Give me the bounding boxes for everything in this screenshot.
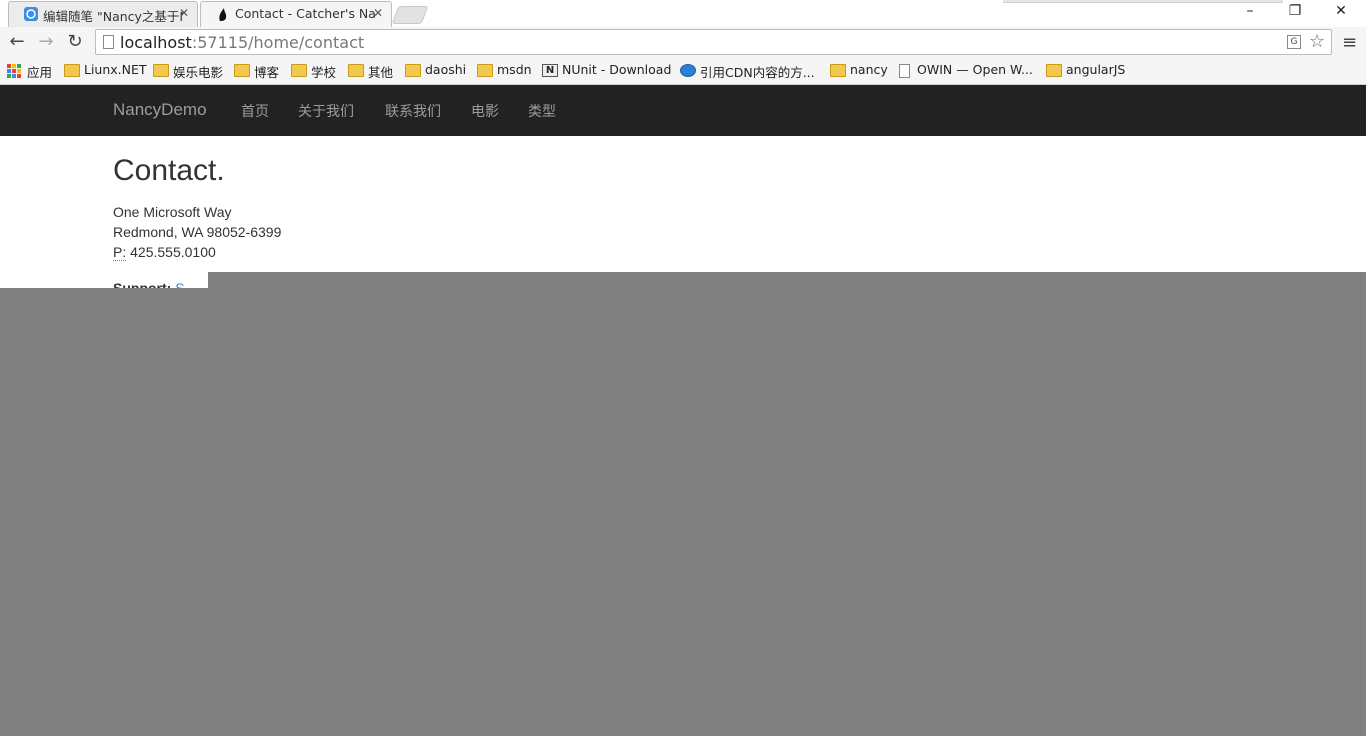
phone-number: 425.555.0100 [126, 244, 216, 260]
address-bar[interactable]: localhost:57115/home/contact G ☆ [95, 29, 1332, 55]
page-title: Contact. [113, 154, 225, 187]
tab-title: Contact - Catcher's Nan [235, 6, 375, 21]
folder-icon [830, 64, 846, 77]
folder-icon [405, 64, 421, 77]
nav-contact[interactable]: 联系我们 [385, 101, 441, 121]
browser-toolbar: ← → ↻ localhost:57115/home/contact G ☆ ≡ [0, 27, 1366, 59]
bookmarks-bar: 应用 Liunx.NET 娱乐电影 博客 学校 其他 daoshi msdn N… [0, 59, 1366, 85]
nunit-icon: N [542, 64, 558, 77]
bookmark-label: 其他 [368, 65, 394, 80]
nancy-favicon-icon [219, 8, 227, 21]
bookmark-liunx[interactable]: Liunx.NET [64, 62, 147, 77]
bookmark-blog[interactable]: 博客 [234, 62, 279, 81]
page-icon [899, 64, 910, 78]
apps-icon [7, 64, 21, 78]
nav-genres[interactable]: 类型 [528, 101, 556, 121]
folder-icon [234, 64, 250, 77]
bookmark-school[interactable]: 学校 [291, 62, 336, 81]
close-window-icon[interactable]: ✕ [1331, 3, 1351, 19]
tab-contact[interactable]: Contact - Catcher's Nan ✕ [200, 1, 392, 27]
back-arrow-icon[interactable]: ← [5, 31, 29, 55]
bookmark-label: OWIN — Open W... [917, 62, 1033, 77]
bookmark-other[interactable]: 其他 [348, 62, 393, 81]
bookmark-label: 应用 [27, 65, 53, 80]
bookmark-label: daoshi [425, 62, 467, 77]
gray-overlay-top [208, 272, 1366, 288]
bookmark-angularjs[interactable]: angularJS [1046, 62, 1125, 77]
close-tab-icon[interactable]: ✕ [373, 6, 383, 20]
tab-strip: 编辑随笔 "Nancy之基于N ✕ Contact - Catcher's Na… [0, 0, 1366, 27]
folder-icon [1046, 64, 1062, 77]
url-host: localhost [120, 33, 192, 52]
forward-arrow-icon[interactable]: → [34, 31, 58, 55]
bookmark-msdn[interactable]: msdn [477, 62, 532, 77]
folder-icon [477, 64, 493, 77]
bookmark-label: angularJS [1066, 62, 1126, 77]
bookmark-nancy[interactable]: nancy [830, 62, 888, 77]
brand-link[interactable]: NancyDemo [113, 100, 207, 120]
nav-home[interactable]: 首页 [241, 101, 269, 121]
bookmark-star-icon[interactable]: ☆ [1309, 31, 1325, 52]
bookmark-label: 博客 [254, 65, 280, 80]
site-navbar: NancyDemo 首页 关于我们 联系我们 电影 类型 [0, 85, 1366, 136]
folder-icon [348, 64, 364, 77]
close-tab-icon[interactable]: ✕ [179, 6, 189, 20]
address-line-2: Redmond, WA 98052-6399 [113, 224, 282, 240]
bookmark-apps[interactable]: 应用 [7, 62, 52, 81]
bookmark-label: 引用CDN内容的方... [700, 65, 815, 80]
new-tab-button[interactable] [391, 6, 429, 24]
nav-movies[interactable]: 电影 [471, 101, 499, 121]
phone-line: P: 425.555.0100 [113, 242, 281, 262]
bookmark-daoshi[interactable]: daoshi [405, 62, 466, 77]
translate-icon[interactable]: G [1287, 35, 1301, 49]
bookmark-owin[interactable]: OWIN — Open W... [897, 62, 1033, 78]
page-icon [103, 35, 114, 49]
menu-icon[interactable]: ≡ [1342, 32, 1358, 53]
bookmark-label: msdn [497, 62, 532, 77]
tab-blog-editor[interactable]: 编辑随笔 "Nancy之基于N ✕ [8, 1, 198, 27]
url-text: localhost:57115/home/contact [120, 33, 364, 52]
url-path: :57115/home/contact [191, 33, 365, 52]
bookmark-nunit[interactable]: N NUnit - Download [542, 62, 671, 77]
blog-favicon-icon [24, 7, 38, 21]
phone-abbr: P: [113, 244, 127, 261]
nav-about[interactable]: 关于我们 [298, 101, 354, 121]
bookmark-cdn[interactable]: 引用CDN内容的方... [680, 62, 815, 81]
globe-icon [680, 64, 696, 77]
folder-icon [64, 64, 80, 77]
bookmark-label: 娱乐电影 [173, 65, 224, 80]
bookmark-label: 学校 [311, 65, 337, 80]
gray-overlay [0, 288, 1366, 736]
tab-title: 编辑随笔 "Nancy之基于N [43, 9, 183, 24]
bookmark-label: nancy [850, 62, 888, 77]
address-line-1: One Microsoft Way [113, 204, 232, 220]
folder-icon [153, 64, 169, 77]
reload-icon[interactable]: ↻ [63, 31, 87, 55]
bookmark-label: Liunx.NET [84, 62, 147, 77]
restore-icon[interactable]: ❐ [1285, 3, 1305, 19]
minimize-icon[interactable]: – [1240, 3, 1260, 19]
bookmark-label: NUnit - Download [562, 62, 672, 77]
bookmark-entertainment[interactable]: 娱乐电影 [153, 62, 223, 81]
folder-icon [291, 64, 307, 77]
